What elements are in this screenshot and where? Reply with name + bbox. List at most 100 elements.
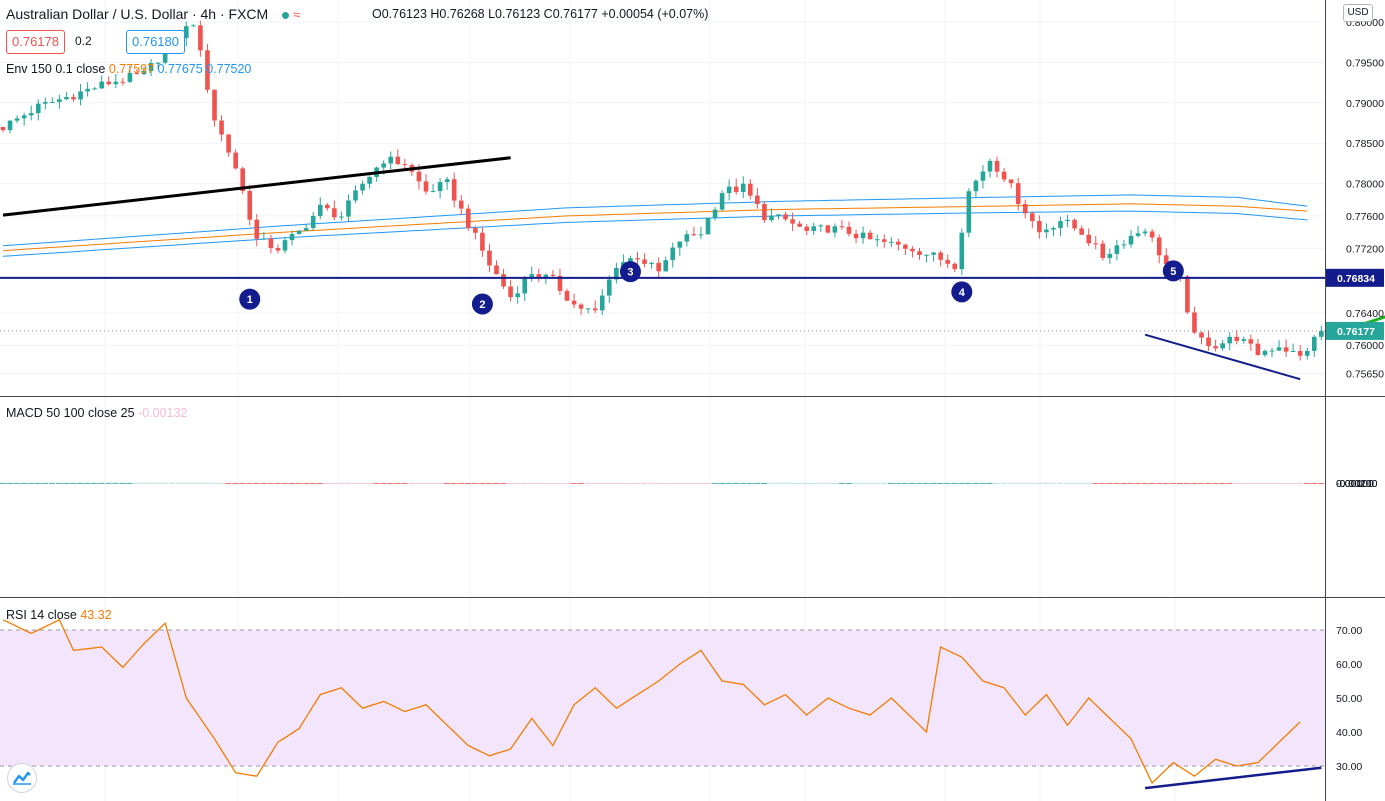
wave-label-1: 1 [247, 294, 253, 306]
candle-body [1135, 233, 1141, 236]
macd-histogram-bar [281, 483, 288, 484]
candle-body [860, 232, 866, 239]
rsi-tick-label: 40.00 [1336, 727, 1362, 739]
macd-histogram-bar [923, 482, 930, 484]
macd-histogram-bar [105, 482, 112, 484]
macd-histogram-bar [965, 482, 972, 484]
macd-histogram-bar [34, 482, 42, 484]
macd-histogram-bar [1021, 482, 1029, 484]
candle-body [402, 164, 408, 166]
rsi-legend[interactable]: RSI 14 close 43.32 [6, 608, 112, 622]
candle-body [599, 295, 605, 311]
macd-histogram-bar [563, 483, 570, 484]
macd-histogram-bar [1141, 483, 1148, 484]
macd-histogram-bar [655, 483, 662, 484]
macd-histogram-bar [549, 483, 556, 484]
candle-body [480, 232, 485, 251]
macd-histogram-bar [1226, 483, 1233, 484]
sell-price-button[interactable]: 0.76178 [6, 30, 65, 54]
price-tick-label: 0.75650 [1346, 369, 1384, 381]
macd-histogram-bar [316, 483, 324, 484]
macd-histogram-bar [246, 483, 253, 484]
candle-body [769, 215, 774, 221]
candle-body [1156, 237, 1162, 256]
macd-histogram-bar [979, 482, 986, 484]
candle-body [959, 232, 965, 270]
wave-icon[interactable]: ≈ [293, 7, 300, 22]
macd-histogram-bar [380, 483, 387, 484]
candle-body [1008, 179, 1014, 184]
candle-body [317, 204, 323, 216]
candle-body [247, 191, 253, 220]
macd-histogram-bar [1184, 483, 1191, 484]
macd-histogram-bar [993, 482, 1000, 484]
candle-body [797, 223, 802, 227]
macd-histogram-bar [471, 483, 479, 484]
macd-histogram-bar [803, 482, 810, 484]
macd-histogram-bar [732, 482, 739, 484]
candle-body [564, 290, 570, 301]
chart-canvas[interactable]: 1 23450.800000.795000.790000.785000.78000… [0, 0, 1385, 801]
candle-body [642, 259, 647, 264]
macd-histogram-bar [429, 483, 436, 484]
rsi-band [0, 630, 1325, 766]
spread-value: 0.2 [75, 34, 92, 48]
macd-histogram-bar [133, 482, 140, 484]
symbol-title: Australian Dollar / U.S. Dollar · 4h · F… [6, 6, 269, 22]
macd-histogram-bar [1000, 482, 1007, 484]
candle-body [466, 208, 471, 229]
buy-price-button[interactable]: 0.76180 [126, 30, 185, 54]
candle-body [226, 134, 231, 153]
macd-histogram-bar [486, 483, 493, 484]
candle-body [1185, 276, 1190, 313]
macd-histogram-bar [366, 483, 373, 484]
macd-histogram-bar [1092, 483, 1099, 484]
price-tick-label: 0.78000 [1346, 179, 1384, 191]
macd-histogram-bar [161, 482, 168, 484]
tradingview-logo-icon[interactable] [7, 763, 37, 793]
macd-histogram-bar [930, 482, 937, 484]
macd-histogram-bar [620, 483, 627, 484]
candle-body [1015, 183, 1021, 204]
macd-histogram-bar [725, 482, 732, 484]
envelope-legend[interactable]: Env 150 0.1 close 0.77597 0.77675 0.7752… [6, 62, 251, 76]
macd-histogram-bar [535, 483, 542, 484]
macd-tick-label: -0.00200 [1336, 478, 1378, 490]
wave-label-2: 2 [479, 299, 485, 311]
candle-body [1297, 350, 1303, 356]
macd-histogram-bar [443, 483, 450, 484]
candle-body [1093, 243, 1099, 245]
price-tick-label: 0.76400 [1346, 308, 1384, 320]
currency-button[interactable]: USD [1343, 4, 1373, 22]
candle-body [1213, 346, 1218, 349]
candle-body [881, 239, 887, 242]
macd-legend[interactable]: MACD 50 100 close 25 -0.00132 [6, 406, 187, 420]
macd-histogram-bar [1155, 483, 1162, 484]
candle-body [388, 156, 394, 164]
candle-body [191, 25, 196, 27]
candle-body [1206, 337, 1211, 347]
candle-body [1255, 343, 1261, 356]
candle-body [804, 226, 809, 231]
macd-histogram-bar [669, 483, 676, 484]
candle-body [78, 91, 83, 100]
candle-body [910, 248, 915, 252]
last-price-tag-label: 0.76177 [1337, 326, 1375, 338]
macd-histogram-bar [274, 483, 281, 484]
macd-histogram-bar [1233, 483, 1240, 484]
candle-body [1058, 221, 1063, 228]
candle-body [1065, 219, 1070, 222]
candle-body [874, 239, 880, 241]
candle-body [790, 219, 795, 224]
candle-body [726, 186, 732, 194]
macd-histogram-bar [457, 483, 465, 484]
macd-histogram-bar [1043, 482, 1050, 484]
candle-body [381, 163, 386, 168]
macd-histogram-bar [373, 483, 380, 484]
candle-body [254, 219, 260, 239]
envelope-upper-value: 0.77675 [157, 62, 203, 76]
macd-histogram-bar [1120, 483, 1127, 484]
macd-histogram-bar [1078, 482, 1085, 484]
macd-histogram-bar [1113, 483, 1120, 484]
candle-body [522, 278, 527, 294]
